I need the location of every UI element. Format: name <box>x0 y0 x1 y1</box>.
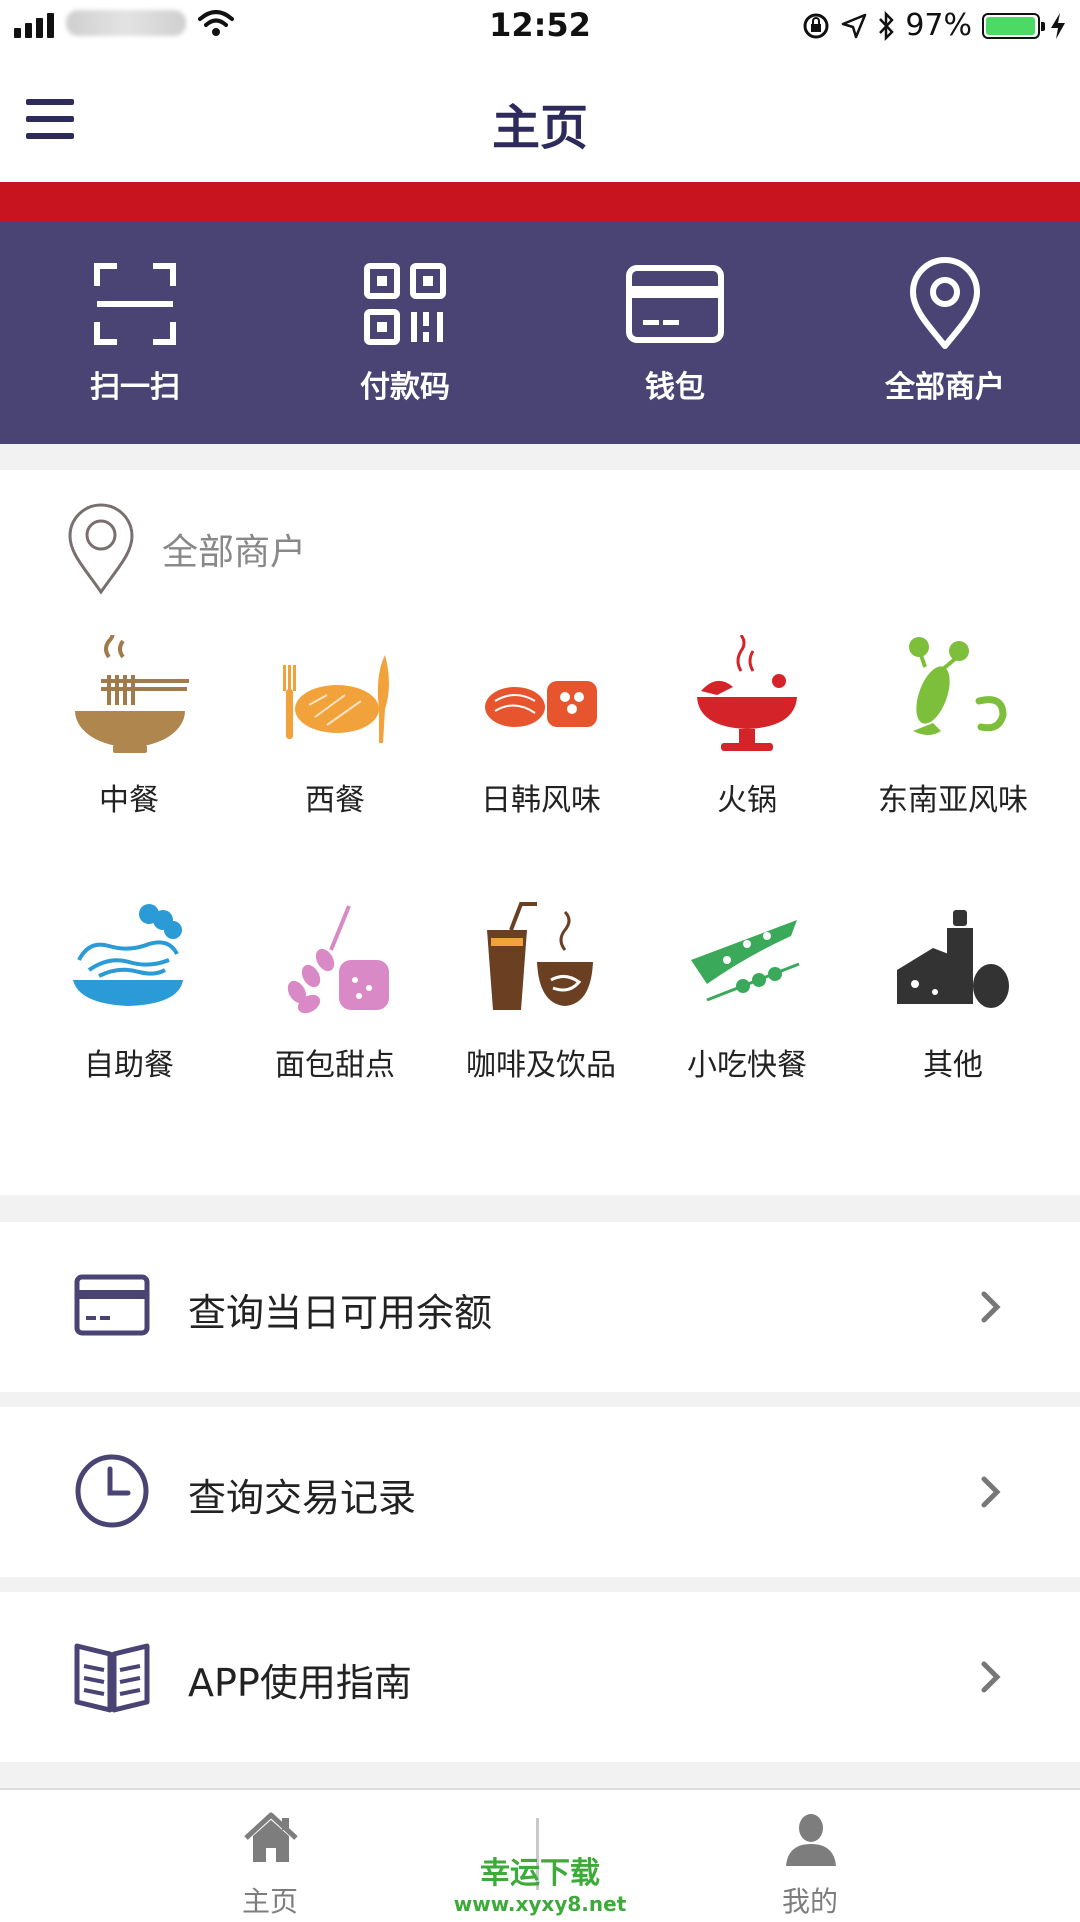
category-snacks[interactable]: 小吃快餐 <box>644 900 850 1100</box>
location-pin-icon <box>910 257 980 349</box>
category-southeast-asian[interactable]: 东南亚风味 <box>850 635 1056 835</box>
battery-percent: 97% <box>905 8 972 43</box>
rotation-lock-icon <box>803 13 829 38</box>
category-label: 中餐 <box>99 783 159 818</box>
category-coffee-drinks[interactable]: 咖啡及饮品 <box>438 900 644 1100</box>
tab-home[interactable]: 主页 <box>170 1790 370 1922</box>
tab-label: 我的 <box>781 1885 838 1918</box>
category-label: 面包甜点 <box>275 1048 395 1083</box>
quick-action-pay-code[interactable]: 付款码 <box>270 222 540 444</box>
merchants-heading[interactable]: 全部商户 <box>66 502 306 596</box>
charging-bolt-icon <box>1051 12 1065 39</box>
pizza-skewer-icon <box>691 920 800 1002</box>
category-buffet[interactable]: 自助餐 <box>26 900 232 1100</box>
menu-item-label: 查询当日可用余额 <box>188 1291 493 1335</box>
user-icon <box>786 1814 836 1866</box>
quick-action-label: 付款码 <box>360 370 450 405</box>
category-label: 其他 <box>923 1048 983 1083</box>
status-bar: 12:52 97% <box>0 0 1080 52</box>
page-title: 主页 <box>491 100 588 156</box>
home-icon <box>244 1812 298 1862</box>
tab-label: 主页 <box>241 1885 298 1918</box>
quick-action-label: 钱包 <box>645 370 705 405</box>
watermark: 幸运下载 www.xyxy8.net <box>440 1848 640 1916</box>
category-label: 东南亚风味 <box>878 783 1028 818</box>
category-label: 火锅 <box>717 783 777 818</box>
coffee-drink-icon <box>487 902 593 1010</box>
book-icon <box>74 1643 150 1713</box>
battery-icon <box>982 12 1045 39</box>
location-arrow-icon <box>842 13 867 38</box>
cheese-bottle-icon <box>897 910 1009 1008</box>
menu-item-guide[interactable]: APP使用指南 <box>0 1592 1080 1762</box>
watermark-url: www.xyxy8.net <box>453 1892 627 1916</box>
chevron-right-icon <box>981 1291 1001 1323</box>
qr-code-icon <box>364 263 446 345</box>
category-hotpot[interactable]: 火锅 <box>644 635 850 835</box>
quick-action-wallet[interactable]: 钱包 <box>540 222 810 444</box>
buffet-plate-icon <box>73 904 183 1006</box>
wallet-card-icon <box>626 265 724 343</box>
quick-action-label: 扫一扫 <box>90 370 180 405</box>
steak-cutlery-icon <box>283 655 389 743</box>
clock-icon <box>75 1454 149 1528</box>
quick-action-scan[interactable]: 扫一扫 <box>0 222 270 444</box>
scan-icon <box>94 263 176 345</box>
tab-mine[interactable]: 我的 <box>710 1790 910 1922</box>
category-bakery[interactable]: 面包甜点 <box>232 900 438 1100</box>
watermark-title: 幸运下载 <box>480 1856 600 1891</box>
category-chinese[interactable]: 中餐 <box>26 635 232 835</box>
category-label: 自助餐 <box>84 1048 174 1083</box>
hotpot-icon <box>697 635 797 751</box>
noodle-bowl-icon <box>75 635 189 753</box>
brand-stripe <box>0 182 1080 222</box>
lobster-shrimp-icon <box>909 637 1007 735</box>
quick-actions-bar: 扫一扫 付款码 钱包 全部商户 <box>0 222 1080 444</box>
location-pin-icon <box>68 503 134 595</box>
category-japanese-korean[interactable]: 日韩风味 <box>438 635 644 835</box>
merchants-section: 全部商户 中餐 西餐 日韩风味 火锅 东南亚风味 自助餐 面包甜点 咖啡及饮品 … <box>0 470 1080 1195</box>
bread-wheat-icon <box>287 905 389 1014</box>
category-label: 日韩风味 <box>481 783 601 818</box>
menu-item-label: 查询交易记录 <box>188 1476 417 1520</box>
menu-item-label: APP使用指南 <box>188 1661 412 1705</box>
category-other[interactable]: 其他 <box>850 900 1056 1100</box>
merchants-heading-label: 全部商户 <box>162 532 307 573</box>
category-label: 咖啡及饮品 <box>466 1048 616 1083</box>
quick-action-label: 全部商户 <box>885 370 1005 405</box>
bluetooth-icon <box>879 10 895 41</box>
chevron-right-icon <box>981 1476 1001 1508</box>
menu-item-transactions[interactable]: 查询交易记录 <box>0 1407 1080 1577</box>
chevron-right-icon <box>981 1661 1001 1693</box>
category-label: 西餐 <box>305 783 365 818</box>
category-western[interactable]: 西餐 <box>232 635 438 835</box>
category-label: 小吃快餐 <box>687 1048 807 1083</box>
sushi-icon <box>485 681 597 727</box>
nav-bar: 主页 <box>0 52 1080 182</box>
card-icon <box>74 1274 150 1336</box>
quick-action-all-merchants[interactable]: 全部商户 <box>810 222 1080 444</box>
menu-item-balance[interactable]: 查询当日可用余额 <box>0 1222 1080 1392</box>
